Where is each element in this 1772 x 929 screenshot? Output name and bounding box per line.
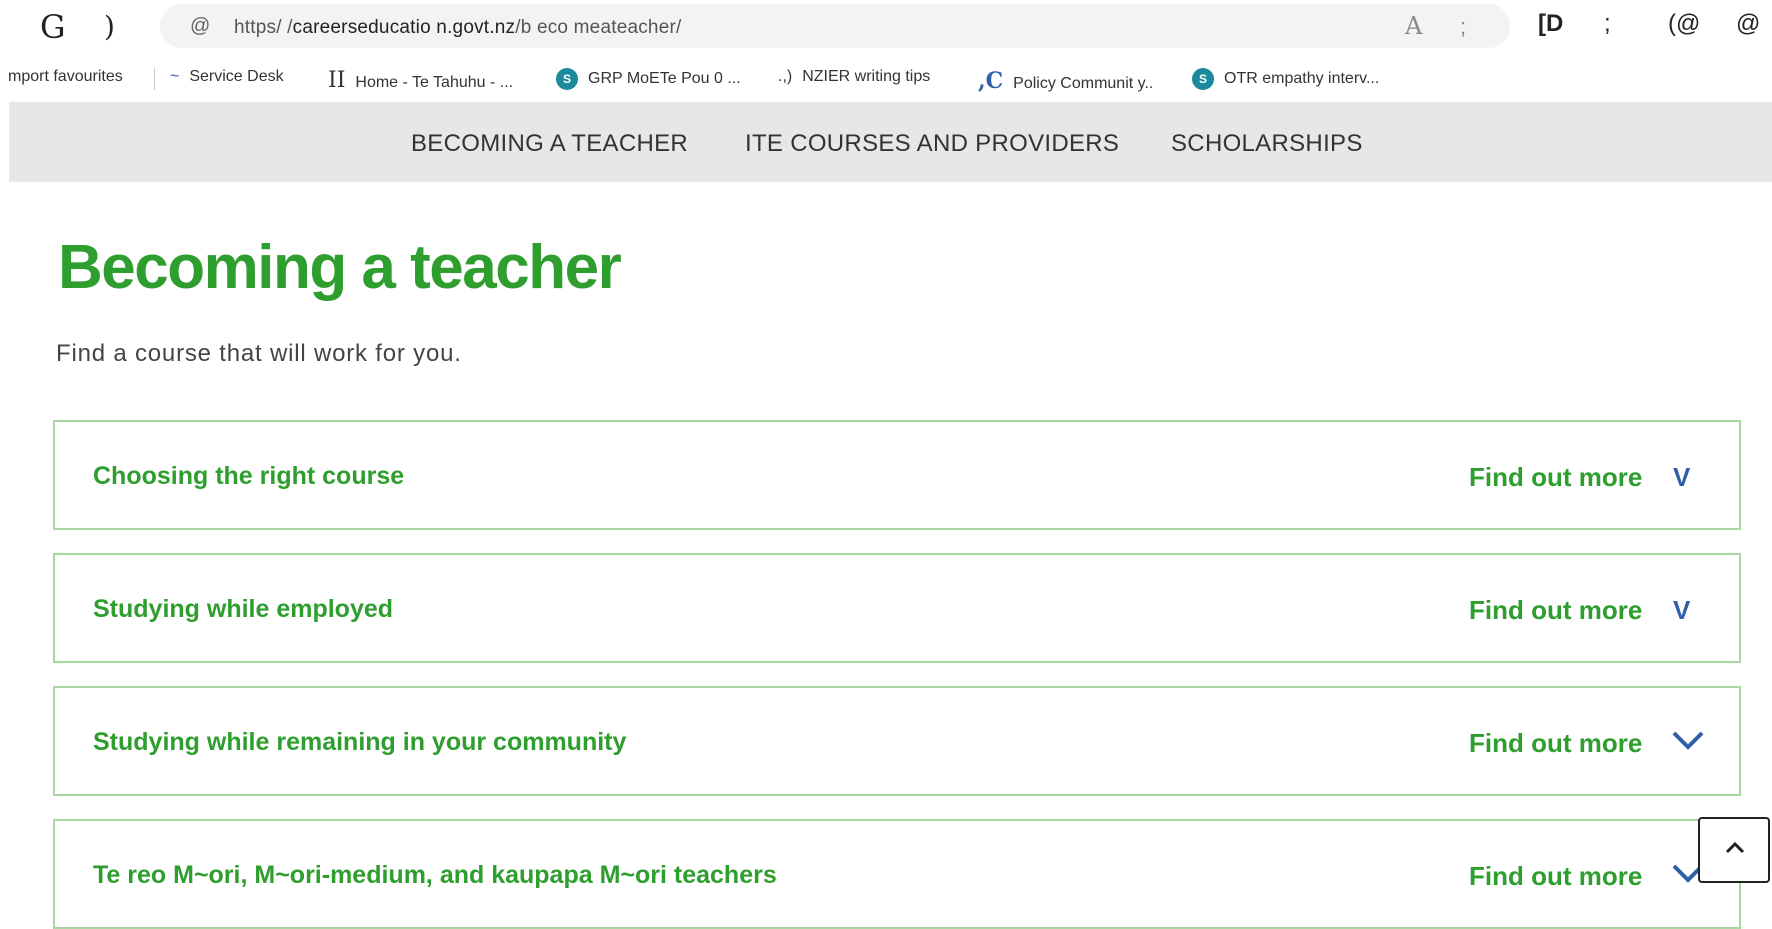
find-out-more-link[interactable]: Find out more bbox=[1469, 595, 1642, 626]
address-bar[interactable]: @ https/ /careerseducatio n.govt.nz/b ec… bbox=[160, 4, 1510, 48]
bookmark-label: Service Desk bbox=[189, 68, 284, 85]
browser-toolbar: G ) @ https/ /careerseducatio n.govt.nz/… bbox=[0, 0, 1772, 56]
bookmark-label: Home - Te Tahuhu - ... bbox=[355, 74, 514, 91]
favorites-icon[interactable]: ; bbox=[1604, 10, 1611, 38]
nav-becoming-a-teacher[interactable]: BECOMING A TEACHER bbox=[411, 130, 688, 158]
sharepoint-icon: S bbox=[556, 68, 578, 90]
bookmark-label: Policy Communit y.. bbox=[1013, 75, 1154, 92]
chevron-down-icon[interactable]: V bbox=[1671, 462, 1705, 492]
favorite-star-icon[interactable]: ; bbox=[1460, 14, 1466, 40]
bookmark-label: GRP MoETe Pou 0 ... bbox=[588, 70, 741, 88]
collections-icon[interactable]: [D bbox=[1538, 10, 1563, 38]
bookmark-otr-empathy[interactable]: S OTR empathy interv... bbox=[1192, 68, 1379, 90]
accordion-item-studying-employed[interactable]: Studying while employed Find out more V bbox=[53, 553, 1741, 663]
bookmark-label: NZIER writing tips bbox=[802, 68, 931, 85]
bookmark-nzier[interactable]: .,) NZIER writing tips bbox=[778, 68, 930, 86]
accordion-item-te-reo-maori[interactable]: Te reo M~ori, M~ori-medium, and kaupapa … bbox=[53, 819, 1741, 929]
find-out-more-link[interactable]: Find out more bbox=[1469, 861, 1642, 892]
find-out-more-link[interactable]: Find out more bbox=[1469, 462, 1642, 493]
site-nav: BECOMING A TEACHER ITE COURSES AND PROVI… bbox=[9, 102, 1772, 182]
accordion-title: Studying while remaining in your communi… bbox=[93, 728, 627, 756]
bookmark-import-favourites[interactable]: mport favourites bbox=[8, 68, 123, 86]
bookmark-divider bbox=[154, 68, 155, 90]
accordion-item-studying-community[interactable]: Studying while remaining in your communi… bbox=[53, 686, 1741, 796]
bookmark-te-tahuhu[interactable]: II Home - Te Tahuhu - ... bbox=[328, 68, 513, 93]
extensions-icon[interactable]: (@ bbox=[1668, 10, 1700, 38]
url-text[interactable]: https/ /careerseducatio n.govt.nz/b eco … bbox=[234, 17, 681, 39]
nav-ite-courses-and-providers[interactable]: ITE COURSES AND PROVIDERS bbox=[745, 130, 1119, 158]
accordion-title: Choosing the right course bbox=[93, 462, 405, 490]
bookmark-service-desk[interactable]: ~ Service Desk bbox=[170, 68, 284, 86]
find-out-more-link[interactable]: Find out more bbox=[1469, 728, 1642, 759]
bookmark-policy-community[interactable]: ,C Policy Communit y.. bbox=[978, 68, 1153, 94]
accordion-title: Te reo M~ori, M~ori-medium, and kaupapa … bbox=[93, 861, 777, 889]
url-prefix: https/ / bbox=[234, 17, 293, 38]
url-path: /b eco meateacher/ bbox=[515, 17, 682, 38]
bookmark-grp-moe[interactable]: S GRP MoETe Pou 0 ... bbox=[556, 68, 741, 90]
te-tahuhu-icon: II bbox=[328, 68, 346, 93]
service-desk-icon: ~ bbox=[170, 68, 180, 85]
reader-mode-icon[interactable]: A bbox=[1405, 12, 1422, 40]
profile-icon[interactable]: @ bbox=[1736, 10, 1760, 38]
chevron-glyph: V bbox=[1673, 462, 1691, 492]
accordion-title: Studying while employed bbox=[93, 595, 394, 623]
bookmark-label: mport favourites bbox=[8, 68, 123, 85]
accordion-item-choosing-course[interactable]: Choosing the right course Find out more … bbox=[53, 420, 1741, 530]
bookmarks-bar: mport favourites ~ Service Desk II Home - … bbox=[0, 58, 1772, 100]
chevron-glyph: V bbox=[1673, 595, 1691, 625]
nav-scholarships[interactable]: SCHOLARSHIPS bbox=[1171, 130, 1363, 158]
chevron-up-icon bbox=[1725, 841, 1745, 854]
policy-community-icon: ,C bbox=[978, 68, 1004, 94]
page-title: Becoming a teacher bbox=[58, 233, 622, 302]
chevron-down-svg bbox=[1672, 731, 1704, 750]
bookmark-label: OTR empathy interv... bbox=[1224, 70, 1380, 88]
nzier-icon: .,) bbox=[778, 68, 793, 85]
back-icon[interactable]: G bbox=[40, 8, 66, 46]
chevron-down-icon[interactable] bbox=[1671, 728, 1705, 758]
url-domain: careerseducatio n.govt.nz bbox=[292, 17, 516, 38]
back-to-top-button[interactable] bbox=[1698, 817, 1770, 883]
lock-icon[interactable]: @ bbox=[190, 15, 210, 38]
chevron-down-icon[interactable]: V bbox=[1671, 595, 1705, 625]
refresh-icon[interactable]: ) bbox=[104, 10, 115, 43]
page-intro: Find a course that will work for you. bbox=[56, 340, 462, 367]
sharepoint-icon: S bbox=[1192, 68, 1214, 90]
